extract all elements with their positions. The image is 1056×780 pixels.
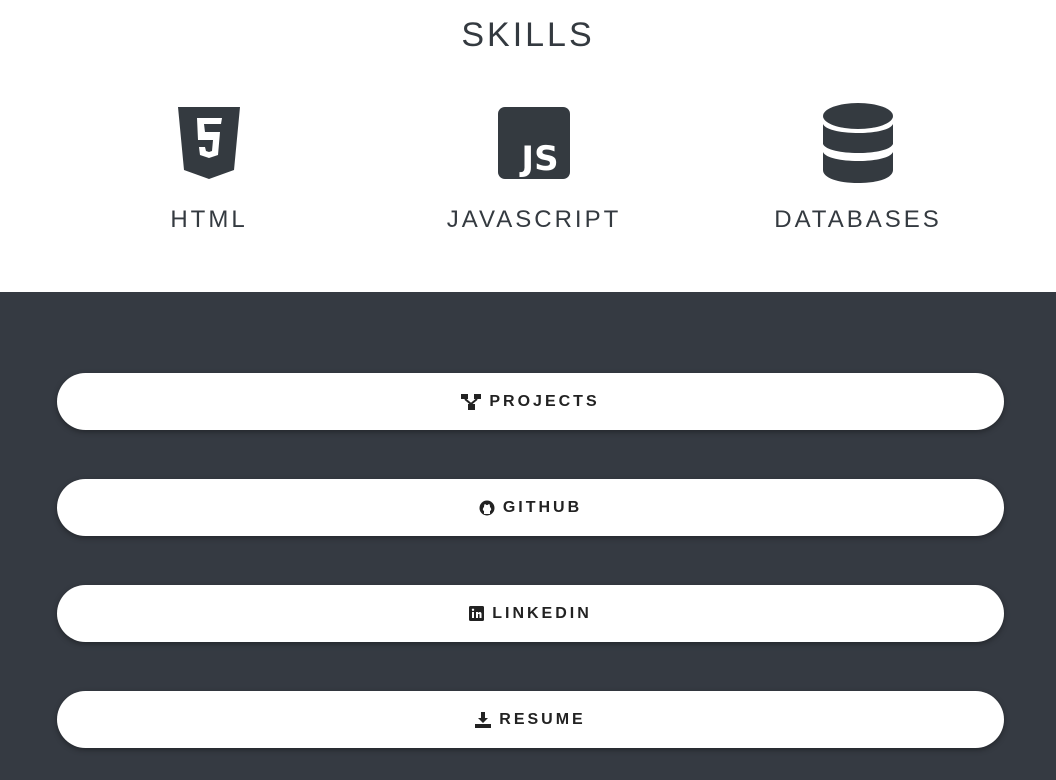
resume-button[interactable]: RESUME (57, 691, 1004, 748)
skills-title: SKILLS (461, 16, 595, 54)
skill-databases: DATABASES (708, 102, 1008, 234)
html5-icon (59, 102, 359, 184)
github-button[interactable]: GITHUB (57, 479, 1004, 536)
svg-text:JS: JS (519, 139, 558, 179)
skills-section: SKILLS HTML JS JAVASCRIPT DATABASES (0, 0, 1056, 292)
resume-label: RESUME (499, 710, 586, 728)
linkedin-button[interactable]: LINKEDIN (57, 585, 1004, 642)
linkedin-label: LINKEDIN (492, 604, 592, 622)
skill-label-databases: DATABASES (774, 206, 942, 233)
skill-label-html: HTML (170, 206, 248, 233)
skill-html: HTML (59, 102, 359, 234)
links-section: PROJECTS GITHUB LINKEDIN RESUME (0, 292, 1056, 780)
projects-label: PROJECTS (489, 392, 600, 410)
sitemap-icon (461, 393, 482, 410)
linkedin-icon (469, 606, 485, 621)
github-icon (479, 500, 495, 516)
projects-button[interactable]: PROJECTS (57, 373, 1004, 430)
skill-javascript: JS JAVASCRIPT (384, 102, 684, 234)
database-icon (708, 102, 1008, 184)
github-label: GITHUB (502, 498, 583, 516)
js-icon: JS (384, 102, 684, 184)
download-icon (475, 711, 492, 728)
skill-label-javascript: JAVASCRIPT (446, 206, 622, 233)
